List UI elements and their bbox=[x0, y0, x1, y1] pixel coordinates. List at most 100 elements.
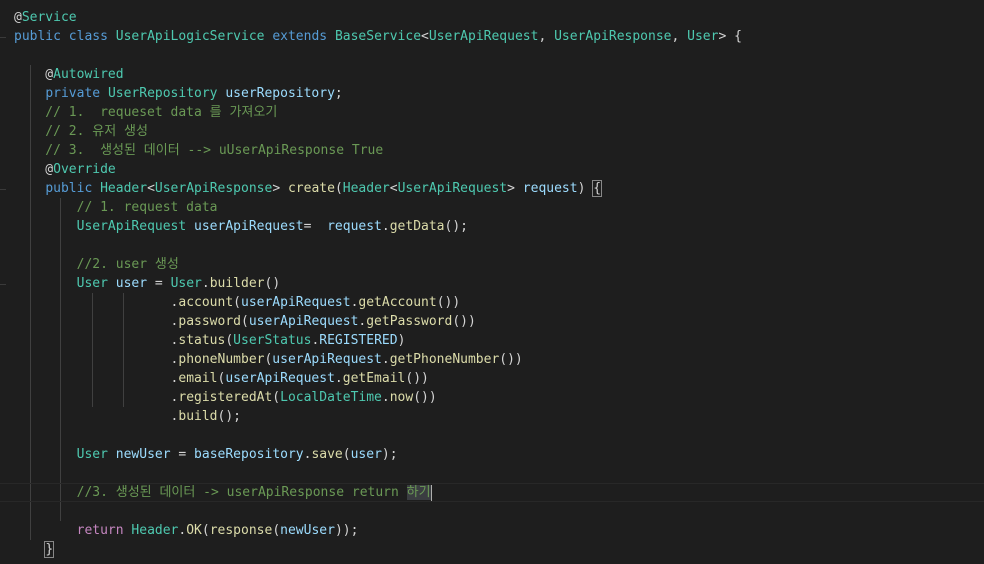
code-token: getPhoneNumber bbox=[389, 352, 500, 367]
code-text: UserApiRequest userApiRequest= request.g… bbox=[14, 217, 468, 236]
code-line[interactable]: // 3. 생성된 데이터 --> uUserApiResponse True bbox=[0, 141, 984, 160]
code-token: email bbox=[178, 371, 218, 386]
code-line[interactable] bbox=[0, 46, 984, 65]
code-line[interactable]: UserApiRequest userApiRequest= request.g… bbox=[0, 217, 984, 236]
code-line[interactable]: .email(userApiRequest.getEmail()) bbox=[0, 369, 984, 388]
code-token: Override bbox=[53, 162, 116, 177]
code-text: .phoneNumber(userApiRequest.getPhoneNumb… bbox=[14, 350, 523, 369]
code-line[interactable]: //2. user 생성 bbox=[0, 255, 984, 274]
code-text: .email(userApiRequest.getEmail()) bbox=[14, 369, 429, 388]
code-token: // 1. request data bbox=[14, 200, 218, 215]
code-token: now bbox=[389, 390, 414, 405]
code-token: UserApiResponse bbox=[554, 29, 672, 44]
text-cursor bbox=[430, 484, 432, 501]
code-line[interactable]: @Autowired bbox=[0, 65, 984, 84]
matched-bracket: { bbox=[592, 180, 603, 197]
code-token: registeredAt bbox=[178, 390, 273, 405]
code-token: request bbox=[522, 181, 578, 196]
code-token: . bbox=[201, 276, 210, 291]
code-text: .registeredAt(LocalDateTime.now()) bbox=[14, 388, 437, 407]
code-text: @Override bbox=[14, 160, 116, 179]
code-token: ()) bbox=[436, 295, 461, 310]
code-text: User newUser = baseRepository.save(user)… bbox=[14, 445, 398, 464]
code-line[interactable]: // 2. 유저 생성 bbox=[0, 122, 984, 141]
code-line[interactable]: @Override bbox=[0, 160, 984, 179]
code-token: ()) bbox=[413, 390, 437, 405]
code-token: )); bbox=[334, 523, 359, 538]
code-line[interactable]: // 1. request data bbox=[0, 198, 984, 217]
code-line[interactable]: .status(UserStatus.REGISTERED) bbox=[0, 331, 984, 350]
fold-marker[interactable] bbox=[0, 37, 6, 38]
code-token: @ bbox=[14, 10, 22, 25]
code-token: response bbox=[209, 523, 273, 538]
code-token: user bbox=[350, 447, 382, 462]
code-token: () bbox=[264, 276, 281, 291]
code-line[interactable]: .account(userApiRequest.getAccount()) bbox=[0, 293, 984, 312]
code-token: UserApiLogicService bbox=[115, 29, 265, 44]
code-token: extends bbox=[272, 29, 328, 44]
code-token: , bbox=[671, 29, 688, 44]
code-token: builder bbox=[209, 276, 265, 291]
code-line[interactable]: public class UserApiLogicService extends… bbox=[0, 27, 984, 46]
code-line[interactable]: User newUser = baseRepository.save(user)… bbox=[0, 445, 984, 464]
code-line[interactable]: private UserRepository userRepository; bbox=[0, 84, 984, 103]
code-token: REGISTERED bbox=[319, 333, 398, 348]
code-token: . bbox=[14, 409, 179, 424]
code-line[interactable] bbox=[0, 426, 984, 445]
code-token: userApiRequest bbox=[272, 352, 382, 367]
code-token: userApiRequest bbox=[241, 295, 351, 310]
code-token: UserApiRequest bbox=[397, 181, 508, 196]
code-line[interactable]: .registeredAt(LocalDateTime.now()) bbox=[0, 388, 984, 407]
code-token: Autowired bbox=[53, 67, 124, 82]
current-code-line[interactable]: //3. 생성된 데이터 -> userApiResponse return 하… bbox=[0, 483, 984, 502]
code-text: .build(); bbox=[14, 407, 241, 426]
code-token: . bbox=[14, 314, 179, 329]
code-line[interactable]: // 1. requeset data 를 가져오기 bbox=[0, 103, 984, 122]
code-line[interactable]: .build(); bbox=[0, 407, 984, 426]
code-token: public bbox=[45, 181, 93, 196]
code-text: // 1. request data bbox=[14, 198, 218, 217]
code-line[interactable] bbox=[0, 464, 984, 483]
code-text: public class UserApiLogicService extends… bbox=[14, 27, 742, 46]
code-editor[interactable]: @Service public class UserApiLogicService… bbox=[0, 0, 984, 564]
code-token: status bbox=[178, 333, 226, 348]
code-line[interactable]: public Header<UserApiResponse> create(He… bbox=[0, 179, 984, 198]
code-token: account bbox=[178, 295, 234, 310]
code-line[interactable] bbox=[0, 502, 984, 521]
code-text: private UserRepository userRepository; bbox=[14, 84, 342, 103]
code-line[interactable]: return Header.OK(response(newUser)); bbox=[0, 521, 984, 540]
code-token: Header bbox=[100, 181, 148, 196]
code-token: save bbox=[311, 447, 343, 462]
code-token: phoneNumber bbox=[178, 352, 265, 367]
code-token: = bbox=[303, 219, 328, 234]
code-line[interactable]: } bbox=[0, 540, 984, 559]
code-token: = bbox=[170, 447, 195, 462]
code-line[interactable]: User user = User.builder() bbox=[0, 274, 984, 293]
selection-highlight: 하기 bbox=[406, 485, 431, 500]
code-token: UserRepository bbox=[107, 86, 218, 101]
code-line[interactable] bbox=[0, 236, 984, 255]
code-line[interactable]: @Service bbox=[0, 8, 984, 27]
code-line[interactable]: .password(userApiRequest.getPassword()) bbox=[0, 312, 984, 331]
code-token: . bbox=[14, 390, 179, 405]
code-token: = bbox=[147, 276, 171, 291]
code-token: < bbox=[147, 181, 155, 196]
code-token: userApiRequest bbox=[248, 314, 359, 329]
code-token: ( bbox=[225, 333, 234, 348]
code-token: @ bbox=[14, 67, 54, 82]
code-token: . bbox=[14, 371, 179, 386]
fold-marker[interactable] bbox=[0, 284, 6, 285]
code-token: User bbox=[76, 276, 108, 291]
code-token: ); bbox=[381, 447, 398, 462]
code-token: ( bbox=[342, 447, 351, 462]
code-line[interactable]: .phoneNumber(userApiRequest.getPhoneNumb… bbox=[0, 350, 984, 369]
fold-marker[interactable] bbox=[0, 189, 6, 190]
code-token: userApiRequest bbox=[194, 219, 304, 234]
